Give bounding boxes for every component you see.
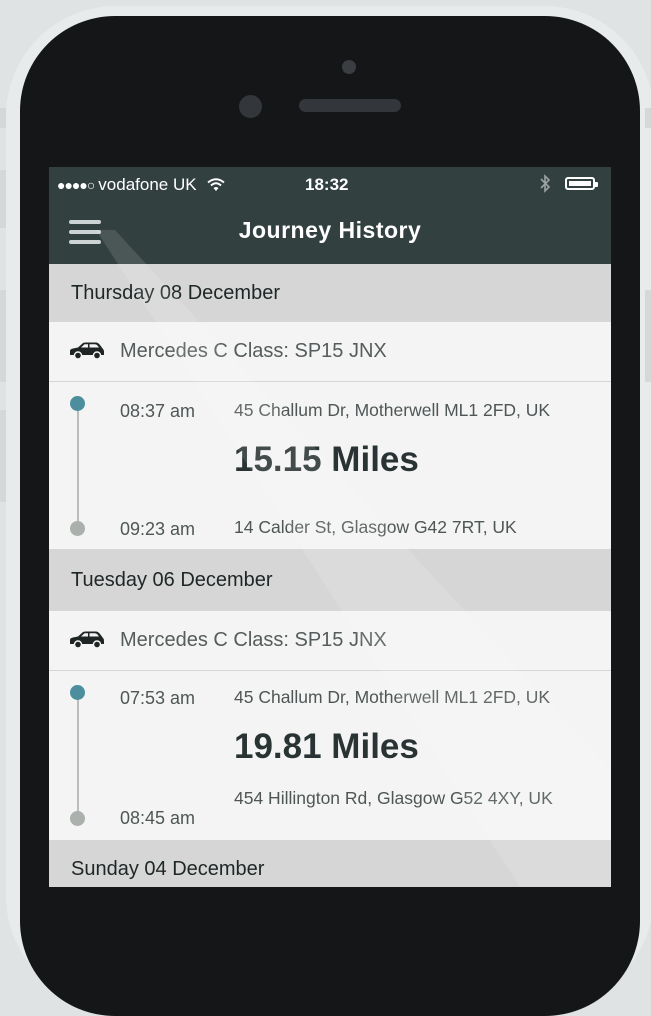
start-address: 45 Challum Dr, Motherwell ML1 2FD, UK [234, 400, 551, 420]
day-header: Thursday 08 December [49, 264, 611, 322]
start-point-icon [70, 685, 85, 700]
carrier-name: vodafone UK [98, 175, 197, 194]
start-point-icon [70, 396, 85, 411]
start-time: 08:37 am [120, 401, 196, 421]
page-title: Journey History [238, 217, 422, 243]
end-time: 08:45 am [120, 808, 196, 828]
phone-side-button [0, 290, 6, 382]
status-time: 18:32 [305, 175, 349, 194]
phone-side-button [0, 170, 6, 228]
front-camera [342, 60, 356, 74]
vehicle-label: Mercedes C Class: SP15 JNX [120, 340, 387, 362]
app-header: ●●●●○ vodafone UK 18:32 Journey History [49, 167, 611, 264]
timeline-line [77, 402, 79, 524]
car-icon [69, 631, 105, 654]
app-screen: ●●●●○ vodafone UK 18:32 Journey History … [49, 167, 611, 887]
day-header: Tuesday 06 December [49, 549, 611, 611]
start-address: 45 Challum Dr, Motherwell ML1 2FD, UK [234, 687, 551, 707]
car-icon [69, 342, 105, 365]
phone-side-button [645, 290, 651, 382]
earpiece-speaker [299, 99, 401, 112]
phone-side-button [0, 410, 6, 502]
vehicle-row[interactable]: Mercedes C Class: SP15 JNX [49, 322, 611, 382]
end-point-icon [70, 811, 85, 826]
trip-item[interactable]: 08:37 am 45 Challum Dr, Motherwell ML1 2… [49, 382, 611, 549]
status-bar: ●●●●○ vodafone UK 18:32 [49, 167, 611, 199]
trip-distance: 15.15 Miles [234, 440, 419, 479]
phone-side-button [0, 108, 6, 128]
proximity-sensor [239, 95, 262, 118]
end-time: 09:23 am [120, 519, 196, 539]
trip-distance: 19.81 Miles [234, 727, 419, 766]
end-point-icon [70, 521, 85, 536]
timeline-line [77, 691, 79, 817]
signal-strength: ●●●●○ [57, 177, 95, 193]
vehicle-label: Mercedes C Class: SP15 JNX [120, 629, 387, 651]
journey-list[interactable]: Thursday 08 December Mercedes C Class: S… [49, 264, 611, 887]
end-address: 14 Calder St, Glasgow G42 7RT, UK [234, 517, 517, 537]
vehicle-row[interactable]: Mercedes C Class: SP15 JNX [49, 611, 611, 671]
carrier-info: ●●●●○ vodafone UK [57, 175, 225, 197]
battery-icon [565, 177, 598, 190]
bluetooth-icon [539, 174, 551, 198]
trip-item[interactable]: 07:53 am 45 Challum Dr, Motherwell ML1 2… [49, 671, 611, 840]
phone-side-button [645, 108, 651, 128]
end-address: 454 Hillington Rd, Glasgow G52 4XY, UK [234, 788, 553, 808]
navigation-bar: Journey History [49, 199, 611, 264]
day-header: Sunday 04 December [49, 840, 611, 887]
start-time: 07:53 am [120, 688, 196, 708]
wifi-icon [207, 177, 225, 197]
